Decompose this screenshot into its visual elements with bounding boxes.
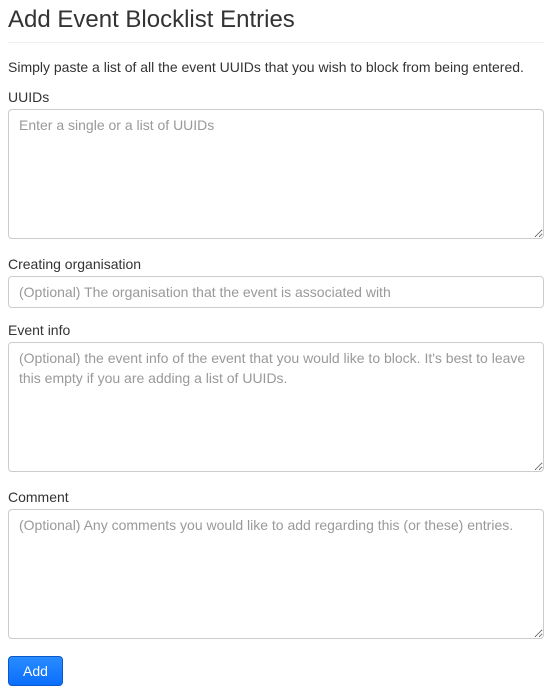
comment-textarea[interactable] — [8, 509, 544, 639]
org-input[interactable] — [8, 276, 544, 308]
comment-group: Comment — [8, 489, 544, 642]
org-group: Creating organisation — [8, 256, 544, 308]
org-label: Creating organisation — [8, 256, 544, 272]
uuids-group: UUIDs — [8, 89, 544, 242]
page-title: Add Event Blocklist Entries — [8, 6, 544, 43]
add-button[interactable]: Add — [8, 656, 63, 686]
info-label: Event info — [8, 322, 544, 338]
info-textarea[interactable] — [8, 342, 544, 472]
page-description: Simply paste a list of all the event UUI… — [8, 59, 544, 75]
info-group: Event info — [8, 322, 544, 475]
comment-label: Comment — [8, 489, 544, 505]
uuids-textarea[interactable] — [8, 109, 544, 239]
uuids-label: UUIDs — [8, 89, 544, 105]
